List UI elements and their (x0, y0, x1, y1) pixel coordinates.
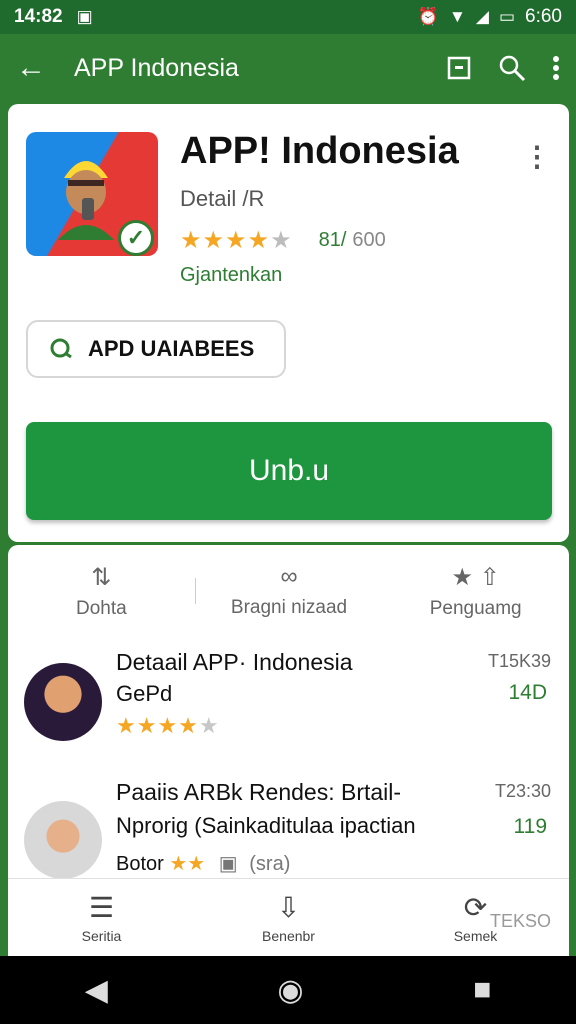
app-bar: ← APP Indonesia (0, 34, 576, 102)
app-tag: Gjantenkan (180, 264, 283, 286)
image-notification-icon: ▣ (76, 7, 93, 26)
app-chip-button[interactable]: APD UAIABEES (26, 320, 286, 378)
list-item-meta-bottom: 14D (508, 681, 547, 704)
search-icon[interactable] (498, 54, 526, 82)
nav-home-icon[interactable]: ◉ (277, 973, 303, 1008)
tab-penguamg[interactable]: ★ ⇧ Penguamg (382, 555, 569, 627)
bookmark-icon[interactable] (446, 55, 472, 81)
rating-value: 81/ (318, 229, 347, 251)
status-right-time: 6:60 (525, 6, 562, 27)
list-item-stars: ★★★★★ (116, 713, 220, 738)
app-bar-title: APP Indonesia (74, 53, 239, 82)
app-subtitle: Detail /R (180, 186, 265, 211)
tab-label: Bragni nizaad (230, 597, 348, 618)
status-time: 14:82 (14, 6, 63, 27)
nav-benenbr[interactable]: ⇩ Benenbr (195, 879, 382, 956)
verified-check-icon: ✓ (118, 220, 154, 256)
battery-icon: ▭ (498, 7, 516, 26)
list-item[interactable]: Detaail APP· Indonesia GePd ★★★★★ T15K39… (8, 641, 569, 761)
list-item-meta-bottom: 119 (513, 815, 547, 838)
nav-back-icon[interactable]: ◀ (85, 973, 108, 1008)
app-header-card: ✓ APP! Indonesia Detail /R ★★★★★ 81/ 600… (8, 104, 569, 542)
list-item-stars: ★★ (169, 853, 206, 875)
list-item-sub: Nprorig (Sainkaditulaa ipactian (116, 813, 416, 838)
list-item-title: Paaiis ARBk Rendes: Brtail- (116, 779, 402, 805)
tab-label: Penguamg (429, 597, 522, 619)
rating-stars: ★★★★★ (180, 227, 293, 254)
avatar (24, 801, 102, 879)
list-item-sub2-extra: (sra) (249, 853, 291, 875)
avatar (24, 663, 102, 741)
nav-label: Benenbr (262, 928, 315, 944)
system-nav-bar: ◀ ◉ ■ (0, 956, 576, 1024)
list-item-meta-top: T23:30 (494, 781, 551, 801)
status-bar: 14:82 ▣ ⏰ ▼ ◢ ▭ 6:60 (0, 0, 576, 34)
chip-label: APD UAIABEES (88, 336, 255, 361)
primary-action-button[interactable]: Unb.u (26, 422, 552, 520)
back-arrow-icon[interactable]: ← (16, 51, 60, 85)
app-icon: ✓ (26, 132, 158, 256)
alarm-icon: ⏰ (417, 7, 440, 26)
person-illustration (58, 161, 114, 240)
list-item-title: Detaail APP· Indonesia (116, 649, 353, 675)
download-icon: ⇩ (276, 892, 301, 923)
list-item-sub2-text: Botor (116, 853, 164, 875)
news-icon: ☰ (88, 892, 115, 923)
signal-icon: ◢ (475, 7, 489, 26)
nav-label: Seritia (81, 928, 122, 944)
wifi-icon: ▼ (449, 7, 466, 26)
list-item-meta-top: T15K39 (487, 651, 551, 671)
nav-seritia[interactable]: ☰ Seritia (8, 879, 195, 956)
bottom-navigation: ☰ Seritia ⇩ Benenbr ⟳ Semek TEKSO (8, 878, 569, 956)
tab-bar: ⇅ Dohta ∞ Bragni nizaad ★ ⇧ Penguamg (8, 555, 569, 627)
card-more-icon[interactable]: ⋮ (523, 140, 551, 173)
list-item[interactable]: Paaiis ARBk Rendes: Brtail- Nprorig (Sai… (8, 771, 569, 891)
rating-row: ★★★★★ 81/ 600 (180, 226, 386, 255)
more-vert-icon[interactable] (552, 55, 560, 81)
tab-label: Dohta (75, 597, 127, 619)
list-item-sub: GePd (116, 681, 173, 706)
bottom-extra-text: TEKSO (489, 911, 551, 931)
rating-count: 600 (352, 229, 386, 251)
nav-recents-icon[interactable]: ■ (473, 973, 491, 1007)
list-item-sub2: Botor ★★ ▣ (sra) (116, 851, 290, 876)
app-bar-actions (446, 54, 560, 82)
infinity-icon: ∞ (280, 563, 298, 590)
tv-icon: ▣ (218, 853, 238, 875)
status-right: ⏰ ▼ ◢ ▭ 6:60 (418, 6, 562, 28)
tab-bragni[interactable]: ∞ Bragni nizaad (196, 555, 383, 627)
app-name: APP! Indonesia (180, 130, 459, 172)
refresh-icon: ⟳ (463, 892, 488, 923)
arrows-icon: ⇅ (91, 563, 112, 591)
tab-dohta[interactable]: ⇅ Dohta (8, 555, 195, 627)
star-share-icon: ★ ⇧ (451, 563, 500, 591)
search-chat-icon (50, 338, 72, 359)
